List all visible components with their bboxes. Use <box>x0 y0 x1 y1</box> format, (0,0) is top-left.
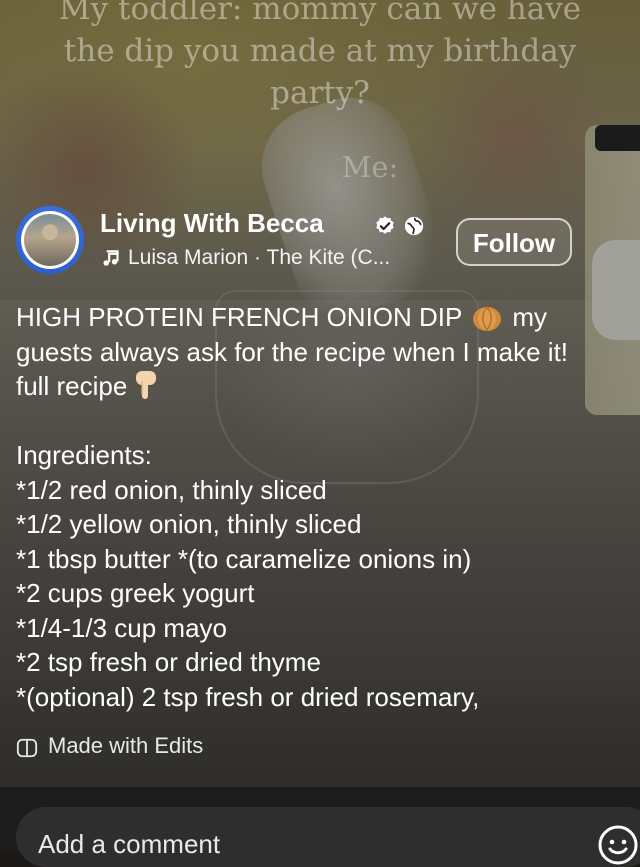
avatar[interactable] <box>16 206 84 274</box>
audio-track-label[interactable]: Luisa Marion · The Kite (C... <box>128 246 390 270</box>
caption-line: *1 tbsp butter *(to caramelize onions in… <box>16 543 472 574</box>
overlay-line: party? <box>270 75 370 111</box>
caption-line: *2 tsp fresh or dried thyme <box>16 647 321 677</box>
follow-button[interactable]: Follow <box>456 218 572 266</box>
caption-line: *(optional) 2 tsp fresh or dried rosemar… <box>16 681 480 712</box>
music-note-icon <box>103 250 119 266</box>
emoji-icon[interactable] <box>596 823 640 867</box>
caption-line: *2 cups greek yogurt <box>16 578 255 608</box>
post-caption[interactable]: HIGH PROTEIN FRENCH ONION DIP my guests … <box>16 300 640 714</box>
caption-line: HIGH PROTEIN FRENCH ONION DIP my <box>16 300 640 335</box>
avatar-photo <box>24 214 76 266</box>
author-name[interactable]: Living With Becca <box>100 208 324 239</box>
made-with-edits-label: Made with Edits <box>48 733 204 758</box>
edits-icon <box>16 738 38 758</box>
onion-emoji-icon <box>473 300 502 332</box>
video-text-overlay: My toddler: mommy can we have the dip yo… <box>0 0 640 114</box>
verified-icon <box>376 216 394 234</box>
caption-line: guests always ask for the recipe when I … <box>16 336 569 367</box>
caption-line <box>16 404 640 439</box>
pointing-down-icon <box>136 371 157 400</box>
caption-line: *1/4-1/3 cup mayo <box>16 612 228 643</box>
caption-line-fragment: my <box>512 302 548 332</box>
comment-bar: Add a comment <box>0 787 640 867</box>
overlay-line: My toddler: mommy can we have <box>58 0 582 27</box>
caption-title: HIGH PROTEIN FRENCH ONION DIP <box>16 302 463 332</box>
caption-line: *1/2 red onion, thinly sliced <box>16 474 327 505</box>
caption-line-fragment: full recipe <box>16 371 128 401</box>
author-row: Living With Becca Luisa Marion · The Kit… <box>16 206 626 276</box>
comment-placeholder: Add a comment <box>38 829 221 859</box>
caption-line: *1/2 yellow onion, thinly sliced <box>16 509 362 539</box>
overlay-line: the dip you made at my birthday <box>63 33 577 69</box>
globe-icon <box>404 216 424 236</box>
video-overlay-me: Me: <box>341 150 399 184</box>
caption-line: full recipe <box>16 369 640 404</box>
caption-line: Ingredients: <box>16 440 152 470</box>
